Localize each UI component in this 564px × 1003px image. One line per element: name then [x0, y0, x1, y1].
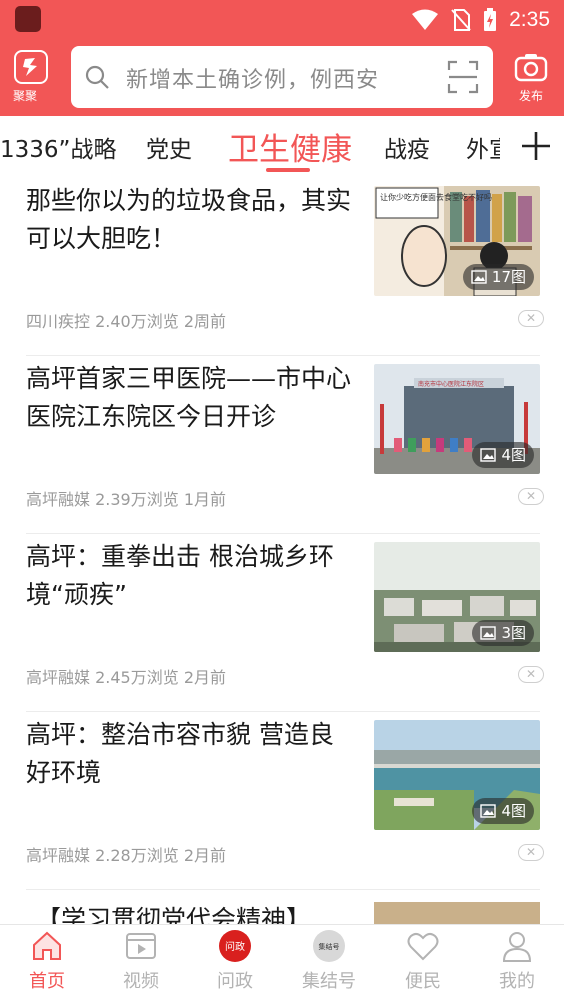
- image-icon: [480, 626, 497, 640]
- image-count: 4图: [501, 446, 526, 464]
- article-item[interactable]: 高坪：重拳出击 根治城乡环境“顽疾” 3图 高坪融媒 2.45万浏览 2月前 ✕: [26, 534, 544, 712]
- no-sim-icon: [451, 9, 471, 31]
- badge-text: 问政: [225, 940, 245, 953]
- tab-epidemic[interactable]: 战疫: [384, 130, 430, 164]
- nav-jijiehao[interactable]: 集结号 集结号: [282, 925, 376, 1003]
- article-thumbnail[interactable]: 3图: [374, 542, 540, 652]
- article-views: 2.40万浏览: [95, 312, 179, 331]
- image-count: 17图: [491, 268, 526, 286]
- article-thumbnail[interactable]: 让你少吃方便面去食堂吃不好吗 17图: [374, 186, 540, 296]
- nav-label: 便民: [405, 971, 441, 992]
- active-tab-indicator: [266, 168, 310, 172]
- camera-icon[interactable]: [514, 52, 548, 82]
- badge-text: 集结号: [319, 942, 340, 951]
- nav-label: 我的: [499, 971, 535, 992]
- article-meta: 高坪融媒 2.45万浏览 2月前: [26, 664, 226, 688]
- scan-icon[interactable]: [447, 60, 479, 94]
- article-source: 高坪融媒: [26, 490, 91, 509]
- dismiss-icon[interactable]: ✕: [518, 666, 544, 683]
- jijiehao-badge-icon: 集结号: [313, 930, 345, 962]
- article-source: 高坪融媒: [26, 668, 91, 687]
- thumbnail-caption: 让你少吃方便面去食堂吃不好吗: [380, 192, 492, 202]
- article-source: 四川疾控: [26, 312, 91, 331]
- article-thumbnail[interactable]: 南充市中心医院江东院区 4图: [374, 364, 540, 474]
- article-meta: 高坪融媒 2.39万浏览 1月前: [26, 486, 226, 510]
- status-bar: 2:35: [0, 0, 564, 40]
- article-title[interactable]: 那些你以为的垃圾食品，其实可以大胆吃！: [26, 182, 356, 258]
- image-count: 3图: [501, 624, 526, 642]
- heart-icon: [407, 932, 439, 961]
- article-meta: 高坪融媒 2.28万浏览 2月前: [26, 842, 226, 866]
- nav-label: 首页: [29, 971, 65, 992]
- search-input[interactable]: 新增本土确诊例，例西安: [126, 62, 379, 94]
- article-time: 2月前: [183, 846, 227, 865]
- nav-label: 集结号: [302, 971, 356, 992]
- article-item[interactable]: 高坪首家三甲医院——市中心医院江东院区今日开诊 南充市中心医院江东院区 4图 高…: [26, 356, 544, 534]
- app-notification-icon: [15, 6, 41, 32]
- search-bar[interactable]: 新增本土确诊例，例西安: [71, 46, 493, 108]
- image-count: 4图: [501, 802, 526, 820]
- search-icon: [85, 65, 109, 89]
- tab-health[interactable]: 卫生健康: [228, 124, 352, 169]
- article-views: 2.28万浏览: [95, 846, 179, 865]
- tab-party-history[interactable]: 党史: [146, 130, 192, 164]
- image-icon: [480, 448, 497, 462]
- article-views: 2.45万浏览: [95, 668, 179, 687]
- article-source: 高坪融媒: [26, 846, 91, 865]
- category-tabs: 1336”战略 党史 卫生健康 战疫 外宣: [0, 116, 564, 176]
- article-views: 2.39万浏览: [95, 490, 179, 509]
- article-time: 1月前: [183, 490, 227, 509]
- status-time: 2:35: [509, 8, 550, 31]
- battery-charging-icon: [484, 8, 497, 31]
- dismiss-icon[interactable]: ✕: [518, 310, 544, 327]
- article-item[interactable]: 高坪：整治市容市貌 营造良好环境 4图 高坪融媒 2.28万浏览 2月前 ✕: [26, 712, 544, 890]
- article-thumbnail[interactable]: 4图: [374, 720, 540, 830]
- article-time: 2月前: [183, 668, 227, 687]
- app-logo-label: 聚聚: [13, 89, 38, 103]
- image-count-badge: 4图: [472, 798, 534, 824]
- wifi-icon: [412, 9, 439, 30]
- article-meta: 四川疾控 2.40万浏览 2周前: [26, 308, 226, 332]
- nav-services[interactable]: 便民: [376, 925, 470, 1003]
- dismiss-icon[interactable]: ✕: [518, 844, 544, 861]
- dismiss-icon[interactable]: ✕: [518, 488, 544, 505]
- home-icon: [33, 931, 61, 960]
- publish-label: 发布: [519, 89, 544, 103]
- nav-profile[interactable]: 我的: [470, 925, 564, 1003]
- thumbnail-caption: 南充市中心医院江东院区: [418, 380, 484, 388]
- nav-home[interactable]: 首页: [0, 925, 94, 1003]
- article-title[interactable]: 高坪：重拳出击 根治城乡环境“顽疾”: [26, 538, 356, 614]
- nav-label: 问政: [217, 971, 253, 992]
- tab-strategy[interactable]: 1336”战略: [0, 130, 116, 164]
- header: 聚聚 新增本土确诊例，例西安 发布: [0, 40, 564, 116]
- article-title[interactable]: 高坪首家三甲医院——市中心医院江东院区今日开诊: [26, 360, 356, 436]
- image-count-badge: 3图: [472, 620, 534, 646]
- plus-icon: [522, 132, 550, 160]
- image-icon: [480, 804, 497, 818]
- bottom-nav: 首页 视频 问政 问政 集结号 集结号 便民 我的: [0, 924, 564, 1002]
- add-channel-button[interactable]: [500, 116, 564, 176]
- user-icon: [502, 932, 532, 962]
- status-icons: 2:35: [411, 6, 550, 34]
- nav-video[interactable]: 视频: [94, 925, 188, 1003]
- article-item[interactable]: 那些你以为的垃圾食品，其实可以大胆吃！ 让你少吃方便面去食堂吃不好吗 17图 四…: [26, 178, 544, 356]
- image-icon: [471, 270, 487, 284]
- article-time: 2周前: [183, 312, 227, 331]
- image-count-badge: 17图: [462, 264, 534, 290]
- wenzheng-badge-icon: 问政: [219, 930, 251, 962]
- article-title[interactable]: 高坪：整治市容市貌 营造良好环境: [26, 716, 356, 792]
- app-logo-icon[interactable]: [14, 50, 48, 84]
- nav-label: 视频: [123, 971, 159, 992]
- image-count-badge: 4图: [472, 442, 534, 468]
- nav-wenzheng[interactable]: 问政 问政: [188, 925, 282, 1003]
- video-icon: [126, 933, 156, 959]
